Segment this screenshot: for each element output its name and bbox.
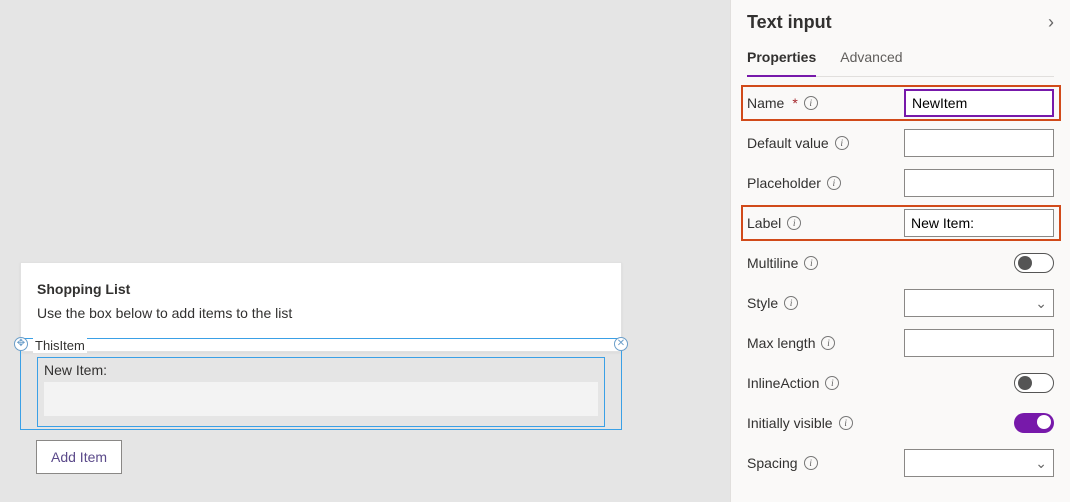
style-select[interactable]: ⌄ [904,289,1054,317]
label-placeholder: Placeholder [747,175,821,191]
text-input-control[interactable]: New Item: [37,357,605,427]
tab-properties[interactable]: Properties [747,43,816,77]
required-asterisk: * [792,95,797,111]
name-input[interactable] [904,89,1054,117]
label-name: Name [747,95,784,111]
info-icon[interactable]: i [784,296,798,310]
label-label: Label [747,215,781,231]
row-style: Style i ⌄ [747,283,1054,323]
row-inline-action: InlineAction i [747,363,1054,403]
card-title: Shopping List [37,281,605,297]
info-icon[interactable]: i [827,176,841,190]
placeholder-input[interactable] [904,169,1054,197]
label-initially-visible: Initially visible [747,415,833,431]
multiline-toggle[interactable] [1014,253,1054,273]
panel-title: Text input [747,12,832,33]
row-max-length: Max length i [747,323,1054,363]
chevron-down-icon: ⌄ [1035,455,1047,472]
info-icon[interactable]: i [787,216,801,230]
initially-visible-toggle[interactable] [1014,413,1054,433]
info-icon[interactable]: i [835,136,849,150]
info-icon[interactable]: i [804,456,818,470]
info-icon[interactable]: i [839,416,853,430]
label-inline-action: InlineAction [747,375,819,391]
card-subtitle: Use the box below to add items to the li… [37,305,605,321]
canvas-area: Shopping List Use the box below to add i… [0,0,730,502]
label-multiline: Multiline [747,255,798,271]
chevron-right-icon[interactable]: › [1048,12,1054,33]
move-handle-icon[interactable]: ✥ [14,337,28,351]
text-input-box[interactable] [44,382,598,416]
row-default-value: Default value i [747,123,1054,163]
info-icon[interactable]: i [804,256,818,270]
inline-action-toggle[interactable] [1014,373,1054,393]
row-name: Name * i [747,83,1054,123]
info-icon[interactable]: i [825,376,839,390]
selected-control-outline[interactable]: ✥ ThisItem ✕ New Item: [20,338,622,430]
add-item-button[interactable]: Add Item [36,440,122,474]
label-input[interactable] [904,209,1054,237]
label-default-value: Default value [747,135,829,151]
delete-handle-icon[interactable]: ✕ [614,337,628,351]
text-input-label: New Item: [44,362,598,378]
info-icon[interactable]: i [804,96,818,110]
label-max-length: Max length [747,335,815,351]
spacing-select[interactable]: ⌄ [904,449,1054,477]
max-length-input[interactable] [904,329,1054,357]
chevron-down-icon: ⌄ [1035,295,1047,312]
default-value-input[interactable] [904,129,1054,157]
panel-tabs: Properties Advanced [747,43,1054,77]
row-multiline: Multiline i [747,243,1054,283]
label-style: Style [747,295,778,311]
row-spacing: Spacing i ⌄ [747,443,1054,483]
selected-control-name: ThisItem [33,338,87,353]
row-label-prop: Label i [747,203,1054,243]
tab-advanced[interactable]: Advanced [840,43,902,76]
row-initially-visible: Initially visible i [747,403,1054,443]
info-icon[interactable]: i [821,336,835,350]
properties-panel: Text input › Properties Advanced Name * i… [730,0,1070,502]
row-placeholder: Placeholder i [747,163,1054,203]
label-spacing: Spacing [747,455,798,471]
